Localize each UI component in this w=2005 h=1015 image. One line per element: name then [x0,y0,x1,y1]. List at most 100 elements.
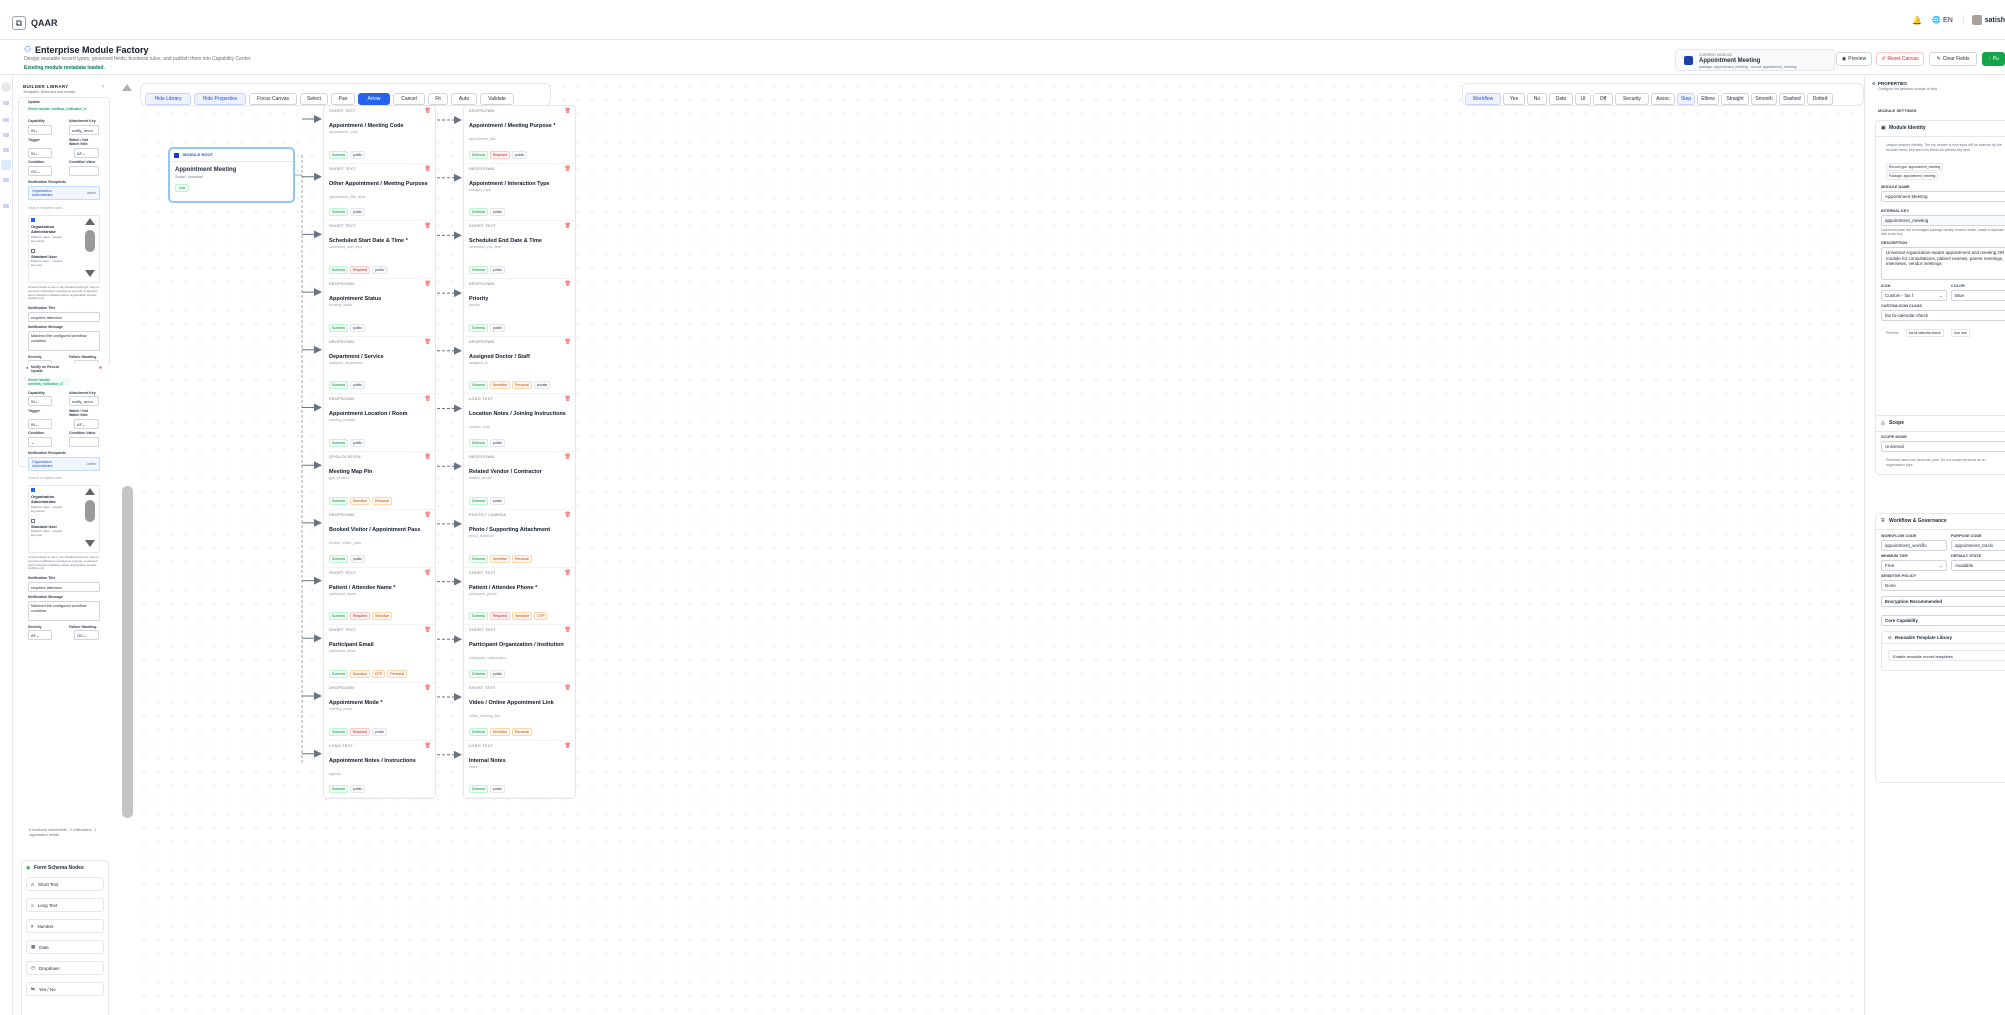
icon-select[interactable]: Custom - fas f ⌄ [1881,290,1947,301]
description-textarea[interactable]: Universal organization-aware appointment… [1881,247,2005,280]
tool-hide-library[interactable]: Hide Library [145,93,191,105]
nav-avatar[interactable] [1,82,11,92]
tool-focus-canvas[interactable]: Focus Canvas [249,93,297,105]
trash-icon[interactable]: 🗑 [425,685,431,691]
tool-pan[interactable]: Pan [331,93,355,105]
trash-icon[interactable]: 🗑 [425,281,431,287]
field-node[interactable]: SHORT TEXT 🗑 Scheduled End Date & Time sche… [464,221,575,280]
tool-auto[interactable]: Auto [451,93,477,105]
watch-select[interactable]: AF ⌄ [74,148,99,158]
trash-icon[interactable]: 🗑 [425,223,431,229]
checkbox-unchecked[interactable] [31,249,35,253]
delete-rule-icon[interactable]: ● [99,365,102,371]
trash-icon[interactable]: 🗑 [565,512,571,518]
schema-node-item[interactable]: A Short Text [26,877,104,891]
field-node[interactable]: DROPDOWN 🗑 Appointment / Interaction Type c… [464,164,575,222]
tool-assoc[interactable]: Assoc [1651,93,1675,105]
field-node[interactable]: SHORT TEXT 🗑 Other Appointment / Meeting P… [324,164,435,222]
field-node[interactable]: SHORT TEXT 🗑 Scheduled Start Date & Time *… [324,221,435,280]
trash-icon[interactable]: 🗑 [565,108,571,114]
field-node[interactable]: DROPDOWN 🗑 Appointment Status booking_statu… [324,279,435,337]
notification-message-textarea[interactable]: Matched the configured workflow conditio… [28,331,100,351]
nav-item-icon[interactable] [3,133,9,137]
scope-mode-select[interactable]: Universal⌄ [1881,441,2005,452]
schema-node-item[interactable]: # Number [26,919,104,933]
field-node[interactable]: SHORT TEXT 🗑 Participant Organization / In… [464,625,575,683]
recipient-chip[interactable]: Organization Administrator admin [28,186,100,200]
tool-security[interactable]: Security [1615,93,1649,105]
notification-message-textarea[interactable]: Matched the configured workflow conditio… [28,601,100,621]
recipient-search-input[interactable]: Search recipient roles... [28,206,65,210]
trash-icon[interactable]: 🗑 [425,743,431,749]
field-node[interactable]: SHORT TEXT 🗑 Video / Online Appointment Li… [464,683,575,741]
app-logo-icon[interactable]: ⧉ [12,16,26,30]
tool-fit[interactable]: Fit [428,93,448,105]
module-root-node[interactable]: MODULE ROOT Appointment Meeting Scope · … [168,147,295,203]
enable-templates-toggle[interactable]: Enable reusable record templates [1888,650,2005,661]
field-node[interactable]: LONG TEXT 🗑 Location Notes / Joining Instr… [464,394,575,453]
notification-title-input[interactable]: requires attention [28,582,100,592]
purpose-code-input[interactable]: appointment_tracki [1951,540,2005,551]
language-selector[interactable]: 🌐 EN [1932,16,1952,24]
scroll-up-icon[interactable] [122,84,132,91]
bell-icon[interactable]: 🔔 [1912,16,1922,25]
minimum-tier-select[interactable]: Free ⌄ [1881,560,1947,571]
publish-button[interactable]: ↑ Pu [1982,52,2005,66]
field-node[interactable]: DROPDOWN 🗑 Priority priority Schema public [464,279,575,337]
tool-step[interactable]: Step [1677,93,1695,105]
preview-button[interactable]: ◉ Preview [1836,52,1872,66]
attachment-key-input[interactable]: notify_recor [69,125,99,135]
failure-select[interactable]: OC ⌄ [74,630,99,640]
trash-icon[interactable]: 🗑 [425,166,431,172]
scroll-up-icon[interactable] [85,488,95,495]
tool-arrow[interactable]: Arrow [358,93,390,105]
scroll-down-icon[interactable] [85,540,95,547]
trash-icon[interactable]: 🗑 [565,685,571,691]
clear-fields-button[interactable]: ✎ Clear Fields [1929,52,1977,66]
nav-item-icon[interactable] [3,178,9,182]
trash-icon[interactable]: 🗑 [425,512,431,518]
tool-straight[interactable]: Straight [1721,93,1749,105]
tool-off[interactable]: Off [1593,93,1613,105]
tool-ui[interactable]: UI [1575,93,1591,105]
tool-dashed[interactable]: Dashed [1779,93,1805,105]
nav-item-icon[interactable] [3,204,9,208]
tool-cancel[interactable]: Cancel [393,93,425,105]
scroll-thumb[interactable] [85,230,95,252]
schema-node-item[interactable]: ▦ Date [26,940,104,954]
field-node[interactable]: SHORT TEXT 🗑 Participant Email participant_… [324,625,435,683]
encryption-toggle[interactable]: Encryption Recommended [1881,596,2005,607]
field-node[interactable]: SHORT TEXT 🗑 Patient / Attendee Name * part… [324,568,435,626]
tool-select[interactable]: Select [300,93,328,105]
color-select[interactable]: Blue⌄ [1951,290,2005,301]
trash-icon[interactable]: 🗑 [425,570,431,576]
nav-item-active[interactable] [1,160,11,170]
tool-workflow[interactable]: Workflow [1465,93,1501,105]
trigger-select[interactable]: IN ⌄ [28,148,52,158]
severity-select[interactable]: AF ⌄ [28,630,52,640]
trash-icon[interactable]: 🗑 [565,339,571,345]
trash-icon[interactable]: 🗑 [565,570,571,576]
trash-icon[interactable]: 🗑 [425,454,431,460]
recipient-search-input[interactable]: Search recipient roles... [28,476,65,480]
capability-select[interactable]: IN ⌄ [28,396,52,406]
trash-icon[interactable]: 🗑 [565,223,571,229]
user-menu[interactable]: satish [1962,15,2005,25]
schema-node-item[interactable]: ≡ Long Text [26,898,104,912]
nav-item-icon[interactable] [3,148,9,152]
tool-hide-properties[interactable]: Hide Properties [194,93,246,105]
field-node[interactable]: DROPDOWN 🗑 Booked Visitor / Appointment Pa… [324,510,435,568]
field-node[interactable]: SHORT TEXT 🗑 Patient / Attendee Phone * par… [464,568,575,626]
module-canvas[interactable]: Hide Library Hide Properties Focus Canvas S… [137,79,1864,1015]
trash-icon[interactable]: 🗑 [565,743,571,749]
tool-yes[interactable]: Yes [1503,93,1525,105]
collapse-library-icon[interactable]: ‹ [102,84,104,90]
condition-value-input[interactable] [69,166,99,176]
notification-title-input[interactable]: requires attention [28,312,100,322]
checkbox-checked[interactable] [31,488,35,492]
watch-select[interactable]: AF ⌄ [74,419,99,429]
reset-canvas-button[interactable]: ↺ Reset Canvas [1876,52,1924,66]
trash-icon[interactable]: 🗑 [425,339,431,345]
schema-node-item[interactable]: ⇆ Yes / No [26,982,104,996]
module-name-input[interactable]: Appointment Meeting [1881,191,2005,202]
